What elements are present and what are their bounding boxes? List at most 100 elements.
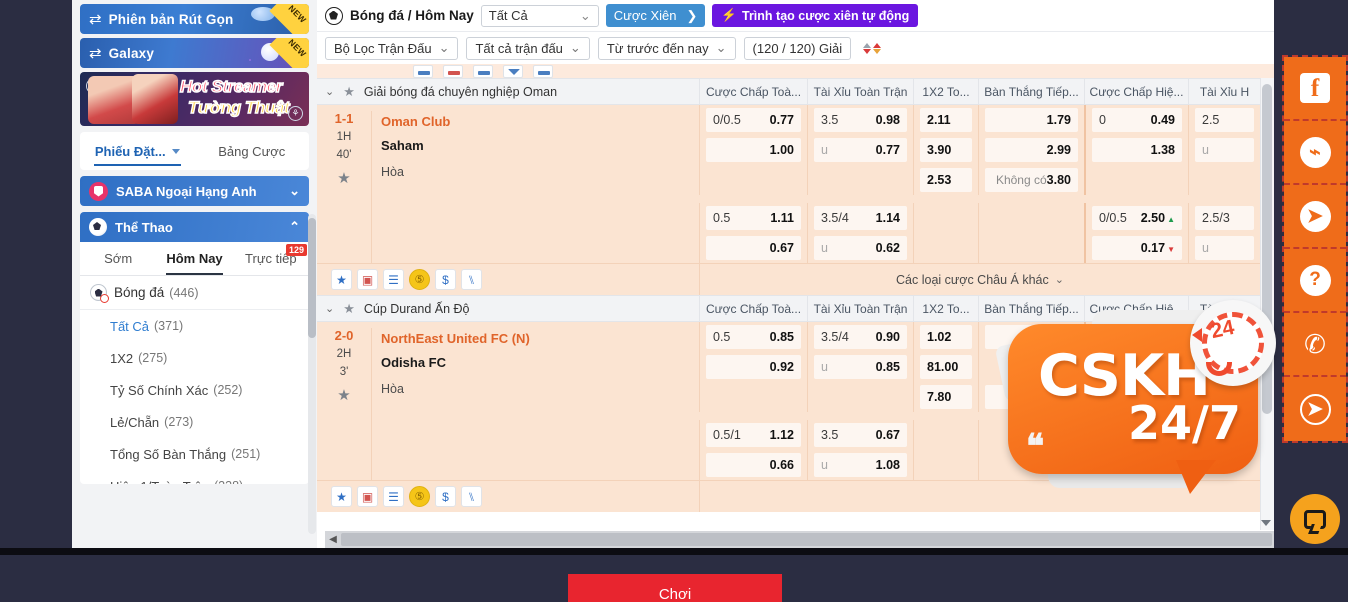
sidebar-item-all[interactable]: Tất Cả (371): [80, 310, 309, 342]
favorite-star-icon[interactable]: ★: [343, 84, 355, 100]
market-icon-3[interactable]: [473, 64, 493, 78]
match-filter-button[interactable]: Bộ Lọc Trận Đấu ⌄: [325, 36, 459, 60]
odds-horizontal-scrollbar[interactable]: ◀: [325, 531, 1274, 548]
sidebar-item-total-goals[interactable]: Tổng Số Bàn Thắng (251): [80, 438, 309, 470]
odds-cell-ou-ht-2[interactable]: 2.5/3: [1188, 203, 1260, 233]
scroll-left-arrow-icon[interactable]: ◀: [325, 534, 341, 545]
market-icon-more[interactable]: [533, 64, 553, 78]
odds-cell-ou-ft[interactable]: 3.5/4 0.90: [807, 322, 913, 352]
auto-parlay-button[interactable]: ⚡ Trình tạo cược xiên tự động: [712, 4, 919, 27]
hot-streamer-banner[interactable]: ⚘ Hot Streamer Tường Thuật ⚘: [80, 72, 309, 126]
odds-cell-next-goal[interactable]: 1.79: [978, 105, 1084, 135]
odds-cell-handicap-ft-2[interactable]: 0.67: [699, 233, 807, 263]
odds-cell-handicap-ft[interactable]: 0/0.5 0.77: [699, 105, 807, 135]
odds-cell-ou-ht-2[interactable]: u: [1188, 233, 1260, 263]
match-favorite-icon[interactable]: ★: [317, 169, 371, 187]
chevron-down-icon[interactable]: ⌄: [325, 85, 334, 98]
odds-cell-handicap-ft-2[interactable]: 0.66: [699, 450, 807, 480]
favorite-icon[interactable]: ★: [331, 269, 352, 290]
market-icon-2[interactable]: [443, 64, 463, 78]
chart-icon[interactable]: ⑊: [461, 269, 482, 290]
league-header-oman[interactable]: ⌄ ★ Giải bóng đá chuyên nghiệp Oman Cược…: [317, 78, 1260, 105]
odds-cell-ou-ht[interactable]: u: [1188, 135, 1260, 165]
sidebar-item-odd-even[interactable]: Lẻ/Chẵn (273): [80, 406, 309, 438]
sidebar-item-1x2[interactable]: 1X2 (275): [80, 342, 309, 374]
odds-cell-ou-ft-2[interactable]: u 1.08: [807, 450, 913, 480]
odds-cell-handicap-ht[interactable]: 0 0.49: [1084, 105, 1188, 135]
sidebar-item-football[interactable]: Bóng đá (446): [80, 276, 309, 310]
odds-cell-1x2[interactable]: 1.02: [913, 322, 978, 352]
cashout-coin-icon[interactable]: ⑤: [409, 486, 430, 507]
tab-early[interactable]: Sớm: [80, 242, 156, 275]
chevron-down-icon[interactable]: ⌄: [325, 302, 334, 315]
favorite-star-icon[interactable]: ★: [343, 301, 355, 317]
promo-banner-galaxy[interactable]: ⇄ Galaxy NEW: [80, 38, 309, 68]
dollar-icon[interactable]: $: [435, 269, 456, 290]
league-header-durand[interactable]: ⌄ ★ Cúp Durand Ấn Độ Cược Chấp Toà... Tà…: [317, 295, 1260, 322]
stats-stack-icon[interactable]: ☰: [383, 269, 404, 290]
odds-cell-1x2[interactable]: 3.90: [913, 135, 978, 165]
odds-cell-handicap-ft[interactable]: 0.5 0.85: [699, 322, 807, 352]
odds-cell-handicap-ht[interactable]: 1.38: [1084, 135, 1188, 165]
tab-bet-slip[interactable]: Phiếu Đặt...: [80, 132, 195, 170]
odds-cell-1x2[interactable]: 2.53: [913, 165, 978, 195]
promo-banner-lite[interactable]: ⇄ Phiên bản Rút Gọn NEW: [80, 4, 309, 34]
match-favorite-icon[interactable]: ★: [317, 386, 371, 404]
tv-icon[interactable]: ▣: [357, 269, 378, 290]
tab-live[interactable]: Trực tiếp 129: [233, 242, 309, 275]
market-icon-1[interactable]: [413, 64, 433, 78]
odds-horizontal-scrollbar-thumb[interactable]: [341, 533, 1272, 546]
cashout-coin-icon[interactable]: ⑤: [409, 269, 430, 290]
rail-button-facebook[interactable]: f: [1284, 57, 1346, 121]
odds-cell-next-goal[interactable]: Không có 3.80: [978, 165, 1084, 195]
favorite-icon[interactable]: ★: [331, 486, 352, 507]
odds-cell-handicap-ht-2[interactable]: 0/0.5 2.50 ▲: [1084, 203, 1188, 233]
scroll-down-arrow-icon[interactable]: [1261, 520, 1271, 526]
sidebar-item-saba-epl[interactable]: SABA Ngoại Hạng Anh ⌄: [80, 176, 309, 206]
odds-cell-next-goal[interactable]: 2.99: [978, 135, 1084, 165]
odds-cell-handicap-ft-2[interactable]: 0.5 1.11: [699, 203, 807, 233]
odds-cell-1x2[interactable]: 7.80: [913, 382, 978, 412]
odds-cell-handicap-ht-2[interactable]: 0.17 ▼: [1084, 233, 1188, 263]
odds-cell-ou-ft-2[interactable]: u 0.62: [807, 233, 913, 263]
stats-stack-icon[interactable]: ☰: [383, 486, 404, 507]
odds-cell-ou-ht[interactable]: 2.5: [1188, 105, 1260, 135]
odds-cell-handicap-ft[interactable]: 0.92: [699, 352, 807, 382]
odds-cell-1x2[interactable]: 2.11: [913, 105, 978, 135]
odds-cell-handicap-ft-2[interactable]: 0.5/1 1.12: [699, 420, 807, 450]
tab-bet-list[interactable]: Bảng Cược: [195, 132, 310, 170]
play-button[interactable]: Chơi: [568, 574, 782, 602]
sidebar-item-correct-score[interactable]: Tỷ Số Chính Xác (252): [80, 374, 309, 406]
odds-vertical-scrollbar-thumb[interactable]: [1262, 84, 1272, 414]
odds-cell-ou-ft-2[interactable]: 3.5/4 1.14: [807, 203, 913, 233]
rail-button-help[interactable]: ?: [1284, 249, 1346, 313]
parlay-button[interactable]: Cược Xiên ❯: [605, 4, 706, 27]
tab-today[interactable]: Hôm Nay: [156, 242, 232, 275]
odds-cell-1x2[interactable]: 81.00: [913, 352, 978, 382]
sports-panel-header[interactable]: Thể Thao ⌃: [80, 212, 309, 242]
sort-toggle-button[interactable]: [859, 42, 885, 54]
chart-icon[interactable]: ⑊: [461, 486, 482, 507]
time-range-button[interactable]: Từ trước đến nay ⌄: [597, 36, 736, 60]
rail-button-telegram-alt[interactable]: ➤: [1284, 377, 1346, 441]
odds-cell-next-goal[interactable]: Không có: [978, 382, 1084, 412]
odds-cell-handicap-ft[interactable]: 1.00: [699, 135, 807, 165]
live-chat-button[interactable]: [1290, 494, 1340, 544]
league-select[interactable]: Tất Cả ⌄: [480, 4, 599, 27]
league-count-button[interactable]: (120 / 120) Giải: [743, 36, 852, 60]
sidebar-item-ht-ft[interactable]: Hiệp 1/Toàn Trận (238): [80, 470, 309, 485]
odds-cell-next-goal[interactable]: [978, 322, 1084, 352]
odds-cell-ou-ft[interactable]: 3.5 0.98: [807, 105, 913, 135]
market-icon-4[interactable]: [503, 64, 523, 78]
other-asian-markets-button[interactable]: Các loại cược Châu Á khác ⌄: [699, 264, 1260, 295]
odds-cell-ou-ft-2[interactable]: 3.5 0.67: [807, 420, 913, 450]
other-asian-markets-button[interactable]: [699, 481, 1260, 512]
dollar-icon[interactable]: $: [435, 486, 456, 507]
odds-cell-ou-ft[interactable]: u 0.77: [807, 135, 913, 165]
rail-button-phone[interactable]: ✆: [1284, 313, 1346, 377]
rail-button-messenger[interactable]: ⌁: [1284, 121, 1346, 185]
odds-cell-ou-ft[interactable]: u 0.85: [807, 352, 913, 382]
tv-icon[interactable]: ▣: [357, 486, 378, 507]
all-matches-button[interactable]: Tất cả trận đấu ⌄: [466, 36, 590, 60]
rail-button-telegram[interactable]: ➤: [1284, 185, 1346, 249]
